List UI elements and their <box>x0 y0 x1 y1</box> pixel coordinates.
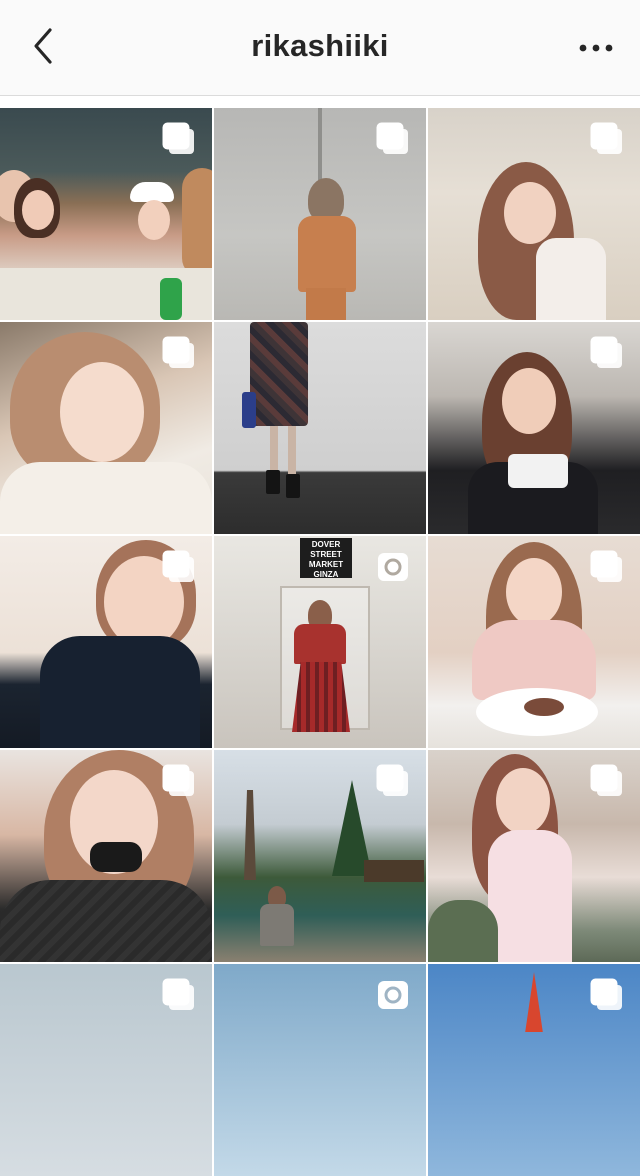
white-cap <box>130 182 174 202</box>
post-thumbnail[interactable] <box>428 750 640 962</box>
post-thumbnail[interactable] <box>428 108 640 320</box>
takeout-container <box>508 454 568 488</box>
white-sweater <box>0 462 212 534</box>
person-face <box>504 182 556 244</box>
carousel-icon <box>376 122 408 154</box>
sign-line: GINZA <box>313 570 339 579</box>
profile-header: rikashiiki <box>0 0 640 96</box>
sign-line: STREET <box>310 550 342 559</box>
white-top <box>536 238 606 320</box>
post-thumbnail[interactable] <box>214 108 426 320</box>
post-thumbnail[interactable] <box>214 750 426 962</box>
leg <box>270 426 278 476</box>
carousel-icon <box>590 550 622 582</box>
more-options-button[interactable] <box>576 30 616 66</box>
post-thumbnail[interactable]: DOVER STREET MARKET GINZA <box>214 536 426 748</box>
boot <box>266 470 280 494</box>
igtv-icon <box>378 981 408 1009</box>
profile-username: rikashiiki <box>251 28 389 63</box>
plaid-skirt <box>292 662 350 732</box>
gray-coat <box>260 904 294 946</box>
leg <box>288 426 296 476</box>
igtv-icon <box>378 553 408 581</box>
sign-line: MARKET <box>308 560 344 569</box>
red-top <box>294 624 346 664</box>
person-face <box>502 368 556 434</box>
plaid-coat-photo <box>214 322 426 534</box>
post-thumbnail[interactable] <box>0 750 212 962</box>
food-item <box>524 698 564 716</box>
person-hair <box>182 168 212 278</box>
orange-pants <box>306 288 346 320</box>
plaid-coat <box>250 322 308 426</box>
carousel-icon <box>590 336 622 368</box>
flower-planter <box>428 900 498 962</box>
carousel-icon <box>162 336 194 368</box>
blue-bag <box>242 392 256 428</box>
carousel-icon <box>590 978 622 1010</box>
post-thumbnail[interactable] <box>428 322 640 534</box>
store-sign: DOVER STREET MARKET GINZA <box>300 538 352 579</box>
carousel-icon <box>162 122 194 154</box>
more-horizontal-icon <box>579 44 613 52</box>
face-mask <box>90 842 142 872</box>
post-thumbnail[interactable] <box>0 108 212 320</box>
boot <box>286 474 300 498</box>
person-face <box>60 362 144 462</box>
green-bottle <box>160 278 182 320</box>
post-thumbnail[interactable] <box>0 322 212 534</box>
pink-knit <box>488 830 572 962</box>
person-face <box>506 558 562 626</box>
person-face <box>138 200 170 240</box>
carousel-icon <box>162 764 194 796</box>
carousel-icon <box>590 764 622 796</box>
post-thumbnail[interactable] <box>0 964 212 1176</box>
posts-grid: DOVER STREET MARKET GINZA <box>0 108 640 1176</box>
person-face <box>22 190 54 230</box>
carousel-icon <box>162 978 194 1010</box>
teahouse <box>364 860 424 882</box>
post-thumbnail[interactable] <box>214 964 426 1176</box>
post-thumbnail[interactable] <box>214 322 426 534</box>
post-thumbnail[interactable] <box>428 536 640 748</box>
person-face <box>496 768 550 834</box>
post-thumbnail[interactable] <box>428 964 640 1176</box>
black-knit-sweater <box>0 880 212 962</box>
post-thumbnail[interactable] <box>0 536 212 748</box>
carousel-icon <box>376 764 408 796</box>
orange-jacket <box>298 216 356 292</box>
carousel-icon <box>162 550 194 582</box>
sign-line: DOVER <box>311 540 341 549</box>
carousel-icon <box>590 122 622 154</box>
navy-tshirt <box>40 636 200 748</box>
